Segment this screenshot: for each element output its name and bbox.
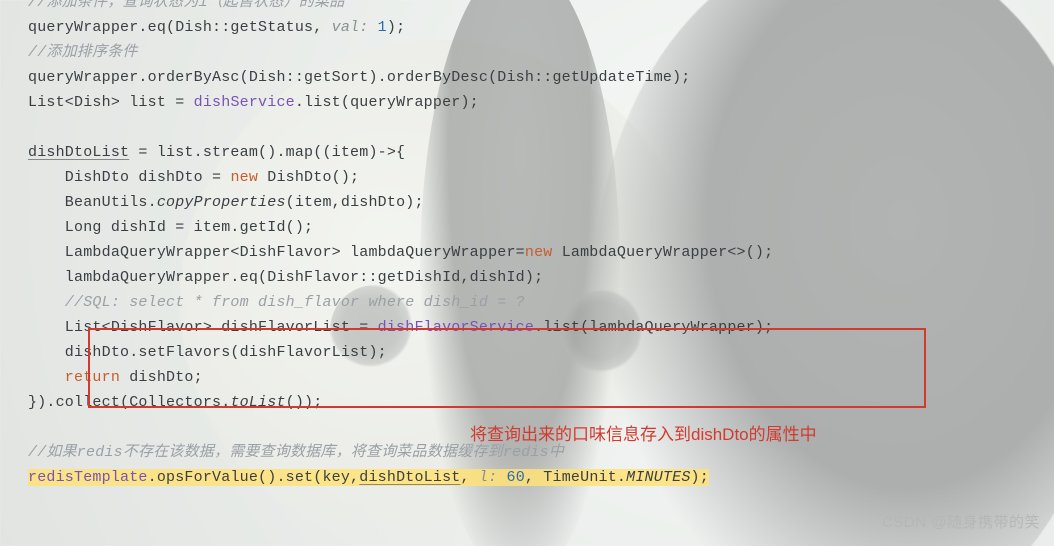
code-comment: //添加条件，查询状态为1（起售状态）的菜品: [28, 0, 344, 11]
code-line: lambdaQueryWrapper.eq(DishFlavor::getDis…: [28, 269, 543, 286]
code-line: LambdaQueryWrapper<DishFlavor> lambdaQue…: [28, 244, 773, 261]
code-line: DishDto dishDto = new DishDto();: [28, 169, 359, 186]
code-comment: //SQL: select * from dish_flavor where d…: [28, 294, 525, 311]
code-comment: //如果redis不存在该数据，需要查询数据库，将查询菜品数据缓存到redis中: [28, 444, 564, 461]
annotation-text: 将查询出来的口味信息存入到dishDto的属性中: [470, 420, 817, 445]
code-line: Long dishId = item.getId();: [28, 219, 313, 236]
watermark-text: CSDN @随身携带的笑: [882, 511, 1040, 532]
highlight-box: [88, 328, 926, 408]
code-line: BeanUtils.copyProperties(item,dishDto);: [28, 194, 424, 211]
code-line: queryWrapper.eq(Dish::getStatus, val: 1)…: [28, 19, 405, 36]
code-block: //添加条件，查询状态为1（起售状态）的菜品 queryWrapper.eq(D…: [0, 0, 793, 490]
code-comment: //添加排序条件: [28, 44, 138, 61]
code-line: List<Dish> list = dishService.list(query…: [28, 94, 479, 111]
code-line: redisTemplate.opsForValue().set(key,dish…: [28, 469, 709, 486]
code-line: dishDtoList = list.stream().map((item)->…: [28, 144, 405, 161]
code-line: queryWrapper.orderByAsc(Dish::getSort).o…: [28, 69, 691, 86]
